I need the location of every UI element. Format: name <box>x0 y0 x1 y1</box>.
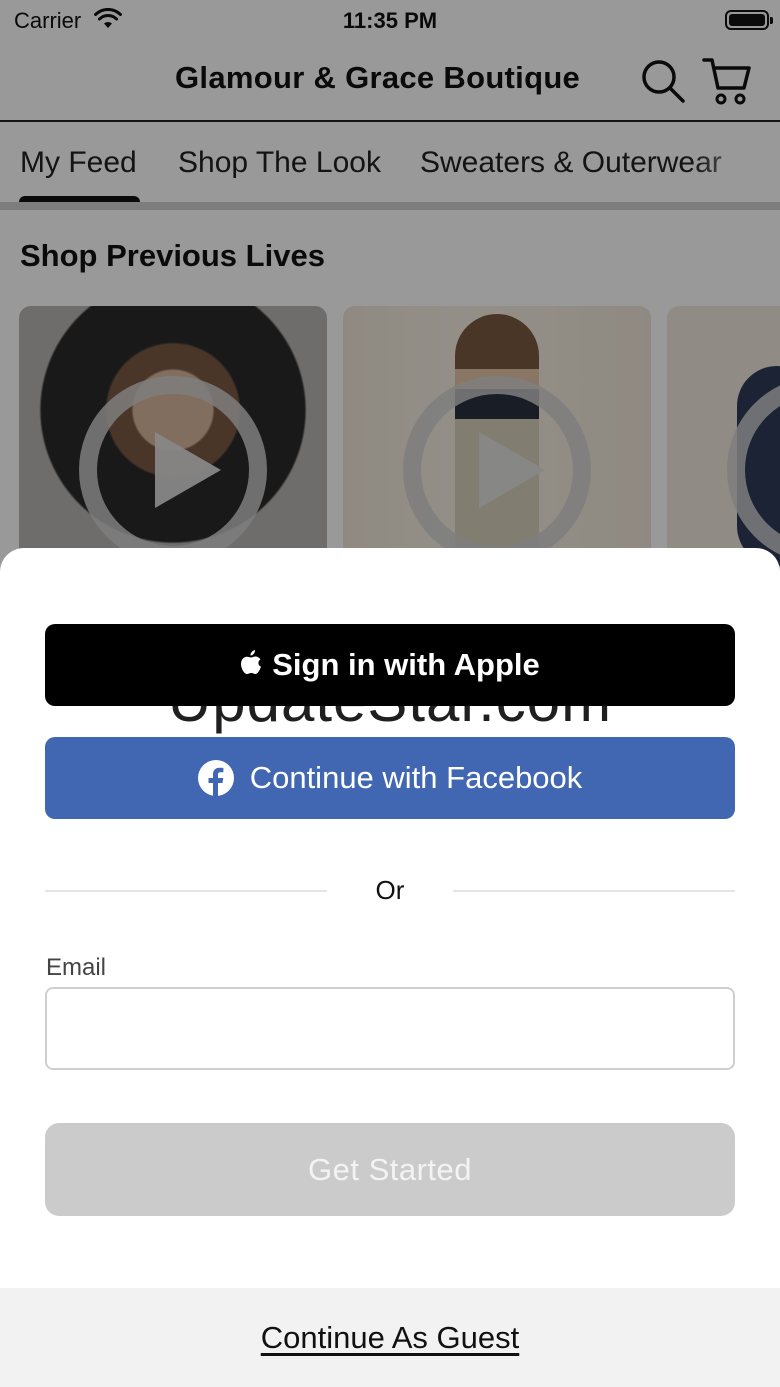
apple-icon <box>241 650 262 674</box>
email-label: Email <box>46 954 107 981</box>
sign-in-with-apple-button[interactable]: Sign in with Apple <box>45 624 735 706</box>
continue-with-facebook-button[interactable]: Continue with Facebook <box>45 737 735 819</box>
facebook-icon <box>197 760 234 796</box>
get-started-button[interactable]: Get Started <box>45 1123 735 1216</box>
facebook-button-label: Continue with Facebook <box>249 760 583 795</box>
email-field[interactable] <box>45 987 735 1070</box>
divider-line <box>453 890 735 892</box>
apple-button-label: Sign in with Apple <box>272 647 540 682</box>
guest-bar: Continue As Guest <box>0 1288 780 1387</box>
sign-in-sheet: Sign in with Apple UpdateStar.com Contin… <box>0 548 780 1387</box>
continue-as-guest-link[interactable]: Continue As Guest <box>0 1320 780 1356</box>
